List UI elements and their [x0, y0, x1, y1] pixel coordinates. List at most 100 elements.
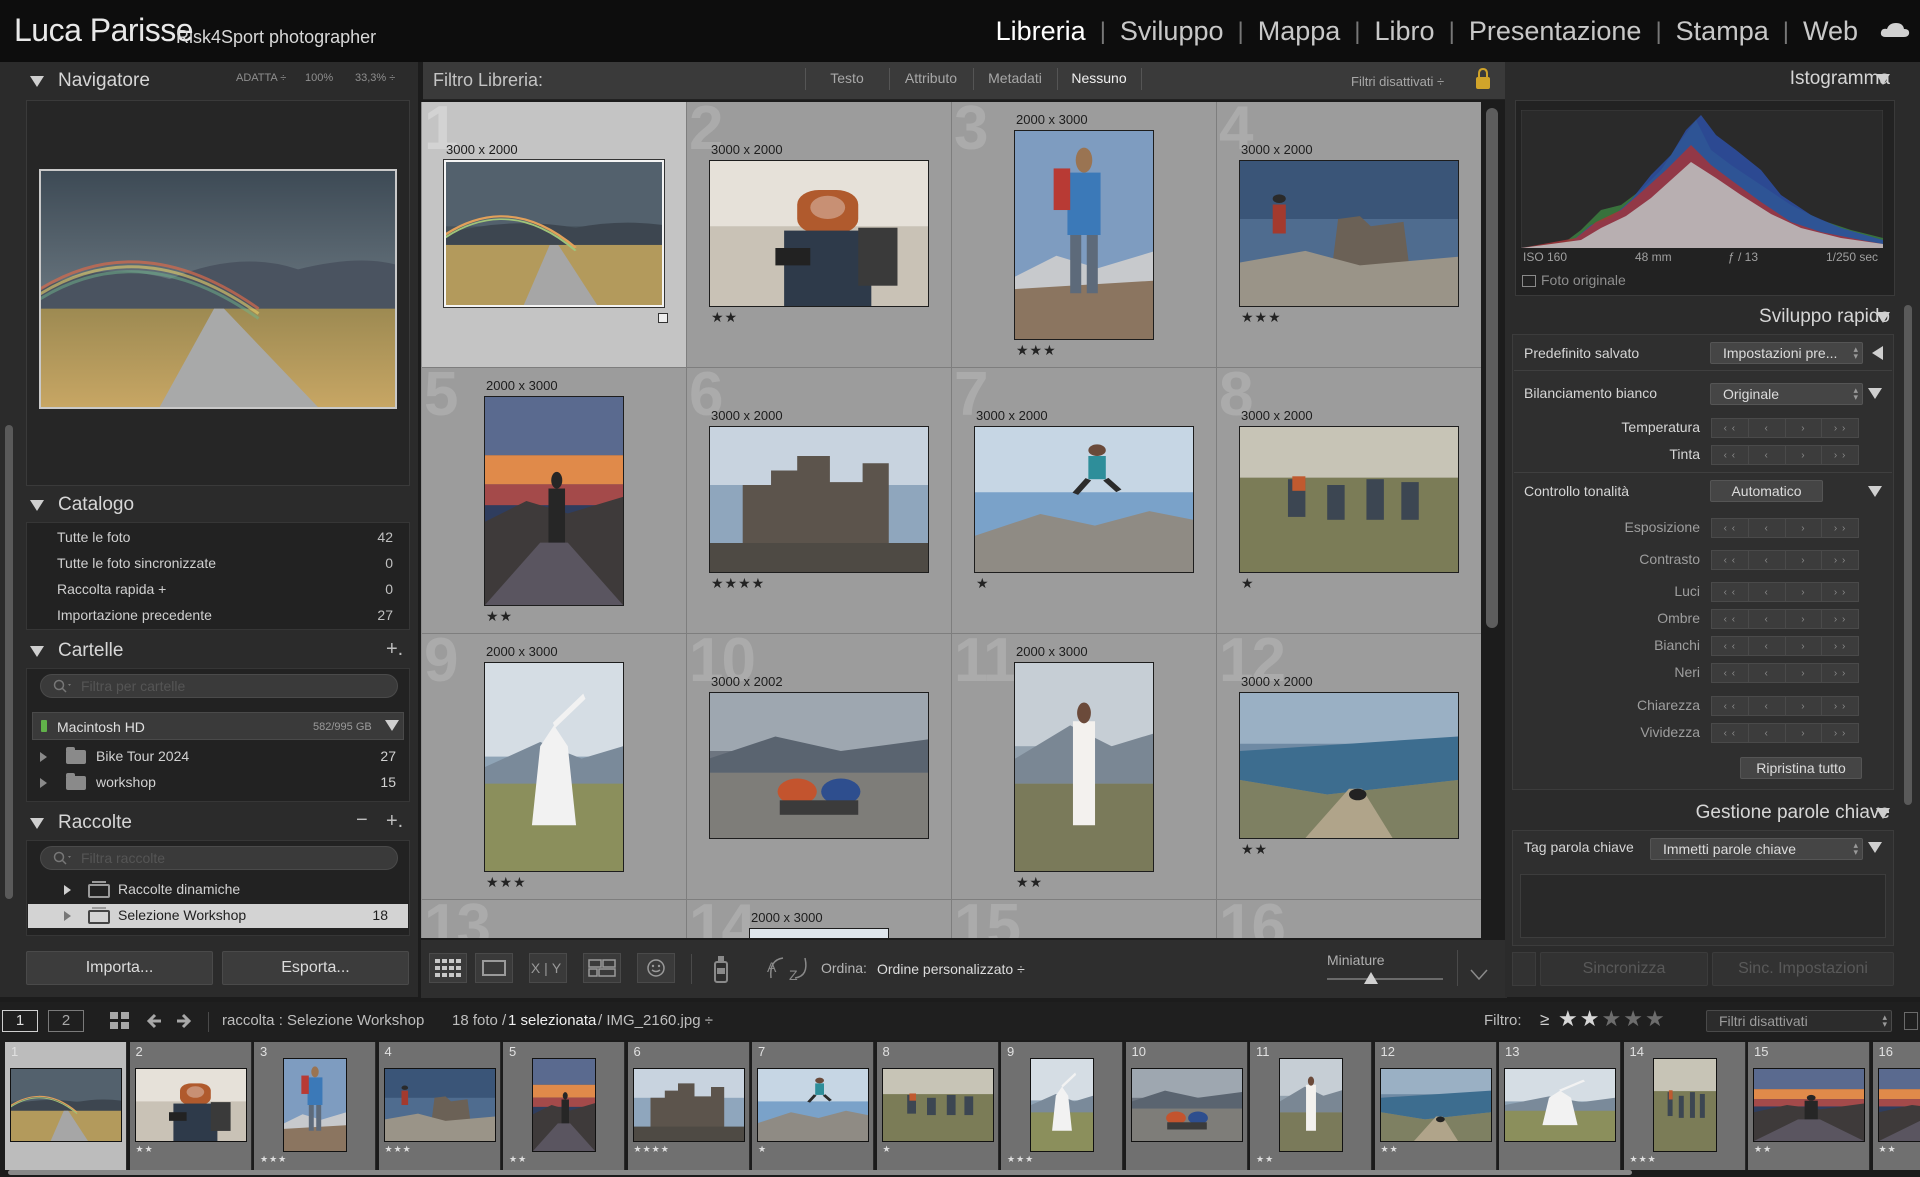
export-button[interactable]: Esporta...	[222, 951, 409, 985]
sync-button[interactable]: Sincronizza	[1540, 952, 1708, 986]
star-icon[interactable]: ★	[1645, 1006, 1667, 1031]
reset-all-button[interactable]: Ripristina tutto	[1740, 757, 1862, 779]
expand-triangle-icon[interactable]	[64, 911, 71, 921]
zoom-fit-option[interactable]: ADATTA ÷	[236, 72, 286, 84]
navigator-preview-image[interactable]	[39, 169, 397, 409]
collection-item-selected[interactable]: Selezione Workshop 18	[28, 904, 408, 928]
filter-tab-metadata[interactable]: Metadati	[973, 70, 1057, 86]
keyword-tags-select[interactable]: Immetti parole chiave ▴ ▾	[1650, 838, 1863, 860]
folder-item[interactable]: workshop 15	[40, 772, 396, 794]
grid-cell[interactable]: 8 3000 x 2000 ★	[1217, 368, 1481, 634]
grid-cell-rating[interactable]: ★	[976, 575, 990, 592]
thumbnail-size-slider-knob[interactable]	[1364, 972, 1379, 984]
folder-search-input[interactable]: Filtra per cartelle	[40, 674, 398, 698]
grid-cell-rating[interactable]: ★★	[1016, 874, 1043, 891]
selected-filename[interactable]: / IMG_2160.jpg ÷	[598, 1012, 713, 1029]
filmstrip-cell[interactable]: 10	[1125, 1042, 1248, 1170]
grid-cell-rating[interactable]: ★★	[711, 309, 738, 326]
import-button[interactable]: Importa...	[26, 951, 213, 985]
filmstrip-thumbnail[interactable]	[1279, 1058, 1343, 1152]
filmstrip-thumbnail[interactable]	[757, 1068, 869, 1142]
grid-cell[interactable]: 2 3000 x 2000 ★★	[687, 102, 952, 368]
increase-large-button[interactable]: › ›	[1822, 419, 1858, 437]
grid-cell[interactable]: 13	[422, 900, 687, 938]
increase-small-button[interactable]: ›	[1786, 664, 1823, 682]
grid-cell-rating[interactable]: ★★★★	[711, 575, 765, 592]
filmstrip-thumbnail[interactable]	[532, 1058, 596, 1152]
decrease-large-button[interactable]: ‹ ‹	[1712, 724, 1749, 742]
filmstrip-cell[interactable]: 12 ★★	[1374, 1042, 1497, 1170]
filmstrip-thumbnail[interactable]	[1504, 1068, 1616, 1142]
grid-cell-rating[interactable]: ★★	[1241, 841, 1268, 858]
filmstrip-cell[interactable]: 15 ★★	[1748, 1042, 1870, 1170]
filmstrip-cell[interactable]: 3 ★★★	[254, 1042, 376, 1170]
increase-small-button[interactable]: ›	[1786, 551, 1823, 569]
sort-select[interactable]: Ordine personalizzato ÷	[877, 961, 1025, 977]
grid-thumbnail[interactable]	[709, 160, 929, 307]
increase-small-button[interactable]: ›	[1786, 637, 1823, 655]
increase-small-button[interactable]: ›	[1786, 724, 1823, 742]
star-icon[interactable]: ★	[1601, 1006, 1623, 1031]
grid-cell[interactable]: 16	[1217, 900, 1481, 938]
survey-view-icon[interactable]	[583, 953, 621, 983]
increase-large-button[interactable]: › ›	[1822, 583, 1858, 601]
quick-collection-badge-icon[interactable]	[658, 313, 668, 323]
increase-large-button[interactable]: › ›	[1822, 637, 1858, 655]
filmstrip-cell[interactable]: 4 ★★★	[378, 1042, 501, 1170]
grid-scrollbar[interactable]	[1486, 108, 1498, 628]
star-icon[interactable]: ★	[1623, 1006, 1645, 1031]
decrease-large-button[interactable]: ‹ ‹	[1712, 419, 1749, 437]
original-photo-checkbox[interactable]	[1522, 275, 1536, 287]
primary-window-button[interactable]: 1	[2, 1010, 38, 1032]
increase-small-button[interactable]: ›	[1786, 697, 1823, 715]
volume-row[interactable]: Macintosh HD 582/995 GB	[32, 712, 404, 740]
decrease-large-button[interactable]: ‹ ‹	[1712, 664, 1749, 682]
decrease-large-button[interactable]: ‹ ‹	[1712, 583, 1749, 601]
collapse-triangle-icon[interactable]	[1876, 74, 1890, 85]
filter-tab-text[interactable]: Testo	[805, 70, 889, 86]
folder-item[interactable]: Bike Tour 2024 27	[40, 746, 396, 768]
remove-collection-button[interactable]: −	[356, 809, 368, 832]
module-web[interactable]: Web	[1797, 16, 1864, 47]
increase-large-button[interactable]: › ›	[1822, 446, 1858, 464]
sort-direction-icon[interactable]: AZ	[767, 954, 811, 982]
loupe-view-icon[interactable]	[475, 953, 513, 983]
increase-large-button[interactable]: › ›	[1822, 519, 1858, 537]
filmstrip-cell[interactable]: 8 ★	[876, 1042, 999, 1170]
grid-cell[interactable]: 12 3000 x 2000 ★★	[1217, 634, 1481, 900]
filter-preset-select[interactable]: Filtri disattivati ▴ ▾	[1706, 1010, 1892, 1032]
decrease-large-button[interactable]: ‹ ‹	[1712, 446, 1749, 464]
module-stampa[interactable]: Stampa	[1670, 16, 1775, 47]
increase-small-button[interactable]: ›	[1786, 419, 1823, 437]
grid-cell[interactable]: 14 2000 x 3000	[687, 900, 952, 938]
decrease-small-button[interactable]: ‹	[1749, 610, 1786, 628]
grid-view-icon[interactable]	[429, 953, 467, 983]
filmstrip-cell[interactable]: 14 ★★★	[1623, 1042, 1746, 1170]
compare-view-icon[interactable]: X|Y	[529, 953, 567, 983]
decrease-large-button[interactable]: ‹ ‹	[1712, 551, 1749, 569]
grid-thumbnail[interactable]	[1239, 692, 1459, 839]
grid-thumbnail[interactable]	[1014, 662, 1154, 872]
collapse-triangle-icon[interactable]	[1868, 842, 1882, 853]
secondary-window-button[interactable]: 2	[48, 1010, 84, 1032]
expand-triangle-icon[interactable]	[40, 778, 47, 788]
zoom-custom-option[interactable]: 33,3% ÷	[355, 72, 395, 84]
grid-thumbnail[interactable]	[1239, 426, 1459, 573]
grid-thumbnail[interactable]	[484, 396, 624, 606]
rating-operator[interactable]: ≥	[1540, 1010, 1549, 1030]
collection-search-input[interactable]: Filtra raccolte	[40, 846, 398, 870]
increase-small-button[interactable]: ›	[1786, 519, 1823, 537]
catalog-header[interactable]: Catalogo	[30, 488, 134, 522]
filmstrip-source[interactable]: raccolta : Selezione Workshop	[222, 1012, 424, 1029]
filmstrip-cell[interactable]: 11 ★★	[1250, 1042, 1372, 1170]
filter-tab-none[interactable]: Nessuno	[1057, 70, 1141, 86]
star-icon[interactable]: ★	[1580, 1006, 1602, 1031]
thumbnail-size-slider[interactable]	[1327, 978, 1443, 980]
module-libro[interactable]: Libro	[1369, 16, 1441, 47]
white-balance-select[interactable]: Originale ▴ ▾	[1710, 383, 1863, 405]
increase-small-button[interactable]: ›	[1786, 583, 1823, 601]
filmstrip-thumbnail[interactable]	[881, 1068, 994, 1142]
sync-settings-button[interactable]: Sinc. Impostazioni	[1712, 952, 1894, 986]
grid-thumbnail[interactable]	[974, 426, 1194, 573]
decrease-large-button[interactable]: ‹ ‹	[1712, 637, 1749, 655]
